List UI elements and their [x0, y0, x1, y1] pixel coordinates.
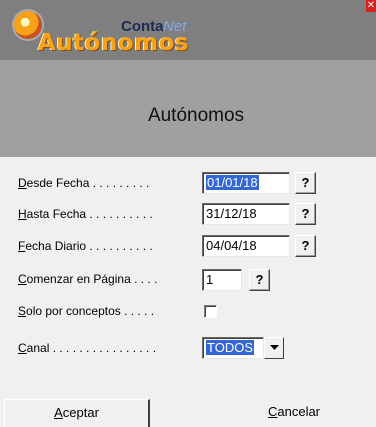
fecha-diario-input[interactable]: 04/04/18 [202, 235, 290, 257]
button-label: ceptar [62, 405, 99, 420]
cancel-button[interactable]: Cancelar [216, 399, 372, 427]
hasta-fecha-input[interactable]: 31/12/18 [202, 203, 290, 225]
hotkey-letter: H [18, 207, 27, 221]
desde-fecha-lookup-button[interactable]: ? [295, 172, 316, 194]
label-text: asta Fecha . . . . . . . . . . [26, 207, 153, 221]
comenzar-pagina-label: Comenzar en Página . . . . [18, 272, 157, 286]
label-text: anal . . . . . . . . . . . . . . . . [26, 341, 157, 355]
canal-select[interactable]: TODOS [202, 337, 264, 359]
desde-fecha-input[interactable]: 01/01/18 [202, 172, 290, 194]
solo-conceptos-label: Solo por conceptos . . . . . [18, 304, 154, 318]
field-value: 01/01/18 [206, 175, 259, 190]
fecha-diario-lookup-button[interactable]: ? [295, 235, 316, 257]
label-text: olo por conceptos . . . . . [26, 304, 155, 318]
comenzar-pagina-lookup-button[interactable]: ? [249, 269, 270, 291]
page-title: Autónomos [147, 105, 245, 126]
hotkey-letter: C [18, 272, 27, 286]
brand-product-name: Autónomos [38, 30, 190, 56]
close-icon[interactable]: ✕ [366, 0, 376, 12]
brand-banner: Conta Net Autónomos [0, 0, 376, 60]
label-text: esde Fecha . . . . . . . . . [26, 176, 150, 190]
desde-fecha-label: Desde Fecha . . . . . . . . . [18, 176, 149, 190]
canal-dropdown-button[interactable] [264, 337, 284, 359]
canal-label: Canal . . . . . . . . . . . . . . . . [18, 341, 156, 355]
hotkey-letter: C [267, 404, 278, 419]
hasta-fecha-label: Hasta Fecha . . . . . . . . . . [18, 207, 153, 221]
chevron-down-icon [270, 345, 279, 350]
hotkey-letter: D [18, 176, 27, 190]
hasta-fecha-lookup-button[interactable]: ? [295, 203, 316, 225]
hotkey-letter: C [18, 341, 27, 355]
button-label: ancelar [277, 404, 321, 419]
label-text: omenzar en Página . . . . [26, 272, 158, 286]
header-area: Conta Net Autónomos ✕ Autónomos [0, 0, 376, 157]
hotkey-letter: A [54, 405, 63, 420]
selected-option: TODOS [206, 340, 254, 355]
hotkey-letter: S [18, 304, 27, 318]
comenzar-pagina-input[interactable]: 1 [202, 269, 242, 291]
accept-button[interactable]: Aceptar [4, 399, 150, 427]
fecha-diario-label: Fecha Diario . . . . . . . . . . [18, 239, 153, 253]
label-text: echa Diario . . . . . . . . . . [25, 239, 153, 253]
solo-conceptos-checkbox[interactable] [204, 305, 217, 318]
